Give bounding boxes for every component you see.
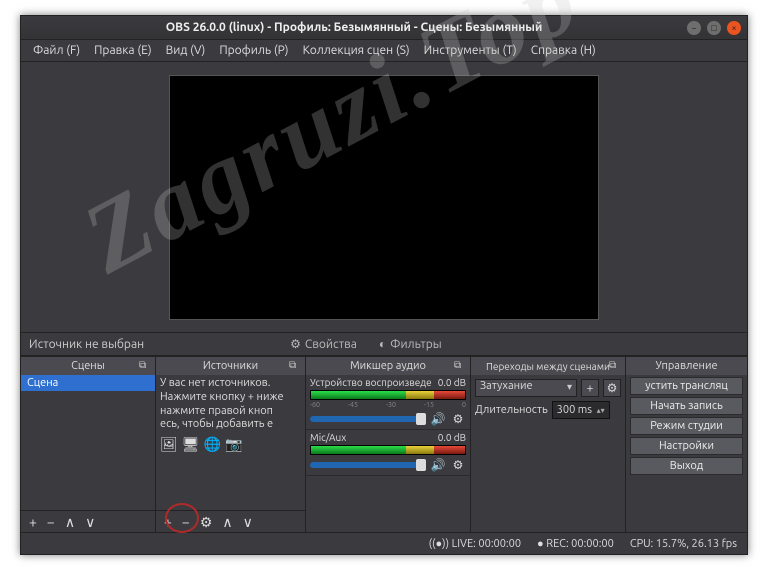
no-source-label: Источник не выбран xyxy=(29,338,144,351)
scenes-header: Сцены ⧉ xyxy=(21,357,155,375)
spinner-icon[interactable]: ▴▾ xyxy=(597,406,605,415)
popout-icon[interactable]: ⧉ xyxy=(609,359,621,371)
transitions-header: Переходы между сценами ⧉ xyxy=(471,357,625,375)
menu-view[interactable]: Вид (V) xyxy=(160,42,212,59)
remove-scene-button[interactable]: − xyxy=(45,515,57,529)
vu-meter xyxy=(310,445,466,455)
scene-item[interactable]: Сцена xyxy=(21,375,155,391)
transition-settings-button[interactable]: ⚙ xyxy=(603,379,621,397)
statusbar: LIVE: 00:00:00 ● REC: 00:00:00 CPU: 15.7… xyxy=(21,532,747,554)
mixer-channel-mic: Mic/Aux 0.0 dB 🔊 ⚙ xyxy=(306,430,470,476)
menu-file[interactable]: Файл (F) xyxy=(27,42,86,59)
add-source-button[interactable]: + xyxy=(162,515,174,529)
window-title: OBS 26.0.0 (linux) - Профиль: Безымянный… xyxy=(27,21,681,34)
mixer-channel-desktop: Устройство воспроизведе 0.0 dB -60-45-30… xyxy=(306,375,470,430)
source-type-icons: 🖼 🖥 🌐 📷 xyxy=(156,434,305,455)
remove-source-button[interactable]: − xyxy=(180,515,192,529)
vu-meter xyxy=(310,390,466,400)
sources-footer: + − ⚙ ∧ ∨ xyxy=(156,510,305,532)
scenes-list[interactable]: Сцена xyxy=(21,375,155,510)
speaker-icon[interactable]: 🔊 xyxy=(430,457,446,473)
transition-add-button[interactable]: + xyxy=(581,379,599,397)
controls-body: устить трансляц Начать запись Режим студ… xyxy=(626,375,747,477)
rec-status: ● REC: 00:00:00 xyxy=(537,538,614,550)
controls-dock: Управление устить трансляц Начать запись… xyxy=(626,357,747,532)
exit-button[interactable]: Выход xyxy=(630,457,743,475)
scene-up-button[interactable]: ∧ xyxy=(63,515,77,529)
live-status: LIVE: 00:00:00 xyxy=(429,538,521,550)
studio-mode-button[interactable]: Режим студии xyxy=(630,417,743,435)
popout-icon[interactable]: ⧉ xyxy=(139,359,151,371)
cpu-status: CPU: 15.7%, 26.13 fps xyxy=(630,538,737,550)
image-icon: 🖼 xyxy=(160,436,178,453)
close-button[interactable]: × xyxy=(727,21,741,35)
channel-name: Mic/Aux xyxy=(310,432,346,443)
source-down-button[interactable]: ∨ xyxy=(241,515,255,529)
maximize-button[interactable]: □ xyxy=(707,21,721,35)
source-up-button[interactable]: ∧ xyxy=(220,515,234,529)
menu-help[interactable]: Справка (H) xyxy=(525,42,602,59)
minimize-button[interactable]: − xyxy=(687,21,701,35)
popout-icon[interactable]: ⧉ xyxy=(289,359,301,371)
source-properties-button[interactable]: ⚙ xyxy=(198,515,215,529)
mixer-dock: Микшер аудио ⧉ Устройство воспроизведе 0… xyxy=(306,357,471,532)
sources-empty-hint: У вас нет источников. Нажмите кнопку + н… xyxy=(156,375,305,434)
sources-dock: Источники ⧉ У вас нет источников. Нажмит… xyxy=(156,357,306,532)
scene-down-button[interactable]: ∨ xyxy=(83,515,97,529)
source-toolbar: Источник не выбран ⚙ Свойства ◐ Фильтры xyxy=(21,332,747,356)
transition-select[interactable]: Затухание xyxy=(475,379,577,397)
sources-header: Источники ⧉ xyxy=(156,357,305,375)
channel-db: 0.0 dB xyxy=(438,432,466,443)
volume-slider[interactable] xyxy=(310,416,426,422)
scenes-dock: Сцены ⧉ Сцена + − ∧ ∨ xyxy=(21,357,156,532)
camera-icon: 📷 xyxy=(225,436,242,453)
preview-area xyxy=(21,62,747,332)
filters-button[interactable]: ◐ Фильтры xyxy=(373,337,448,351)
sources-list[interactable]: У вас нет источников. Нажмите кнопку + н… xyxy=(156,375,305,510)
menu-scene-collection[interactable]: Коллекция сцен (S) xyxy=(297,42,416,59)
popout-icon[interactable]: ⧉ xyxy=(454,359,466,371)
gear-icon[interactable]: ⚙ xyxy=(450,411,466,427)
settings-button[interactable]: Настройки xyxy=(630,437,743,455)
gear-icon[interactable]: ⚙ xyxy=(450,457,466,473)
start-streaming-button[interactable]: устить трансляц xyxy=(630,377,743,395)
transitions-body: Затухание + ⚙ Длительность 300 ms ▴▾ xyxy=(471,375,625,423)
controls-header: Управление xyxy=(626,357,747,375)
menubar: Файл (F) Правка (E) Вид (V) Профиль (P) … xyxy=(21,40,747,62)
transitions-dock: Переходы между сценами ⧉ Затухание + ⚙ Д… xyxy=(471,357,626,532)
globe-icon: 🌐 xyxy=(204,436,221,453)
speaker-icon[interactable]: 🔊 xyxy=(430,411,446,427)
gear-icon: ⚙ xyxy=(290,337,301,351)
docks-row: Сцены ⧉ Сцена + − ∧ ∨ Источники ⧉ У вас … xyxy=(21,356,747,532)
duration-input[interactable]: 300 ms ▴▾ xyxy=(552,401,610,419)
menu-profile[interactable]: Профиль (P) xyxy=(213,42,294,59)
add-scene-button[interactable]: + xyxy=(27,515,39,529)
scenes-footer: + − ∧ ∨ xyxy=(21,510,155,532)
menu-tools[interactable]: Инструменты (T) xyxy=(418,42,523,59)
mixer-header: Микшер аудио ⧉ xyxy=(306,357,470,375)
titlebar: OBS 26.0.0 (linux) - Профиль: Безымянный… xyxy=(21,16,747,40)
menu-edit[interactable]: Правка (E) xyxy=(88,42,157,59)
channel-db: 0.0 dB xyxy=(438,377,466,388)
start-recording-button[interactable]: Начать запись xyxy=(630,397,743,415)
channel-name: Устройство воспроизведе xyxy=(310,377,432,388)
preview-canvas[interactable] xyxy=(169,75,599,320)
filters-icon: ◐ xyxy=(379,337,386,351)
volume-slider[interactable] xyxy=(310,462,426,468)
properties-button[interactable]: ⚙ Свойства xyxy=(284,337,363,351)
mixer-body: Устройство воспроизведе 0.0 dB -60-45-30… xyxy=(306,375,470,532)
duration-label: Длительность xyxy=(475,404,548,416)
app-window: OBS 26.0.0 (linux) - Профиль: Безымянный… xyxy=(20,15,748,555)
display-icon: 🖥 xyxy=(182,436,200,453)
meter-ticks: -60-45-30-150 xyxy=(310,401,466,409)
